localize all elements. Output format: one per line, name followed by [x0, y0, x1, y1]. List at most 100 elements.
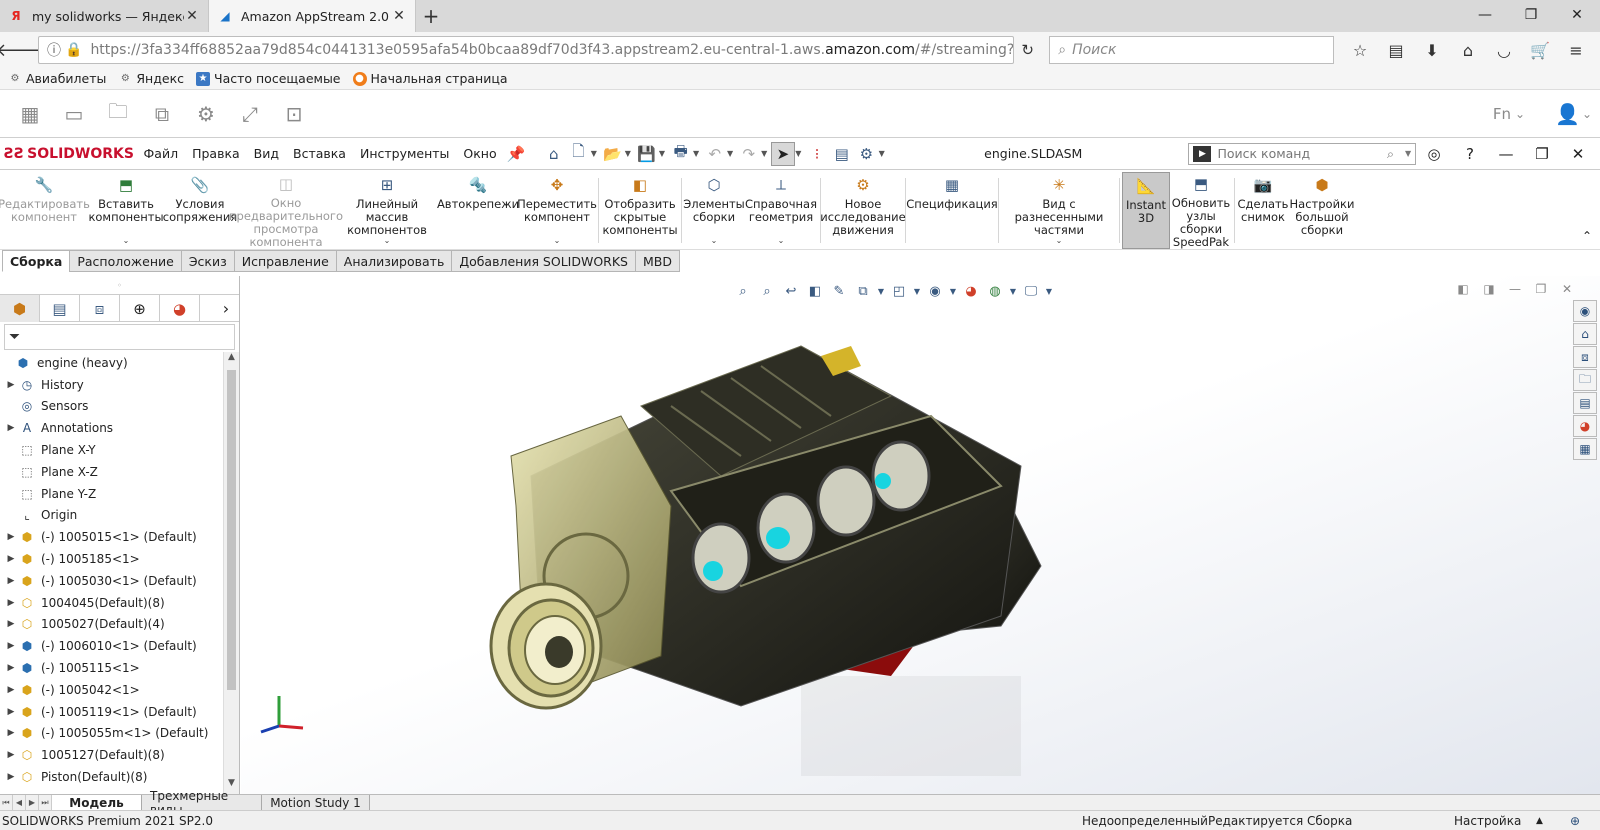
- chevron-down-icon[interactable]: ⌄: [711, 234, 718, 247]
- dimxpert-tab-icon[interactable]: ⊕: [120, 295, 160, 322]
- custom-properties-icon[interactable]: ▦: [1573, 438, 1597, 460]
- tab-motion-study[interactable]: Motion Study 1: [262, 795, 370, 811]
- save-icon[interactable]: 💾: [634, 142, 659, 166]
- redo-icon[interactable]: ↷: [737, 142, 762, 166]
- tree-item[interactable]: ▶ ⬢ (-) 1005115<1>: [0, 657, 224, 679]
- chevron-down-icon[interactable]: ▼: [625, 149, 634, 158]
- menu-tools[interactable]: Инструменты: [353, 146, 456, 161]
- smart-fasteners-button[interactable]: 🔩 Автокрепежи: [437, 172, 519, 249]
- restore-icon[interactable]: ❐: [1508, 0, 1554, 30]
- traffic-light-icon[interactable]: ⁝: [805, 142, 830, 166]
- chevron-down-icon[interactable]: ⌄: [1515, 107, 1525, 121]
- mate-button[interactable]: 📎 Условия сопряжения: [163, 172, 237, 249]
- tree-item[interactable]: ▶ ⬢ (-) 1005185<1>: [0, 548, 224, 570]
- folder-icon[interactable]: 🗀: [96, 94, 140, 134]
- tree-item[interactable]: ⬚ Plane X-Y: [0, 439, 224, 461]
- tree-item[interactable]: ▶ ⬢ (-) 1005119<1> (Default): [0, 701, 224, 723]
- cart-icon[interactable]: 🛒: [1522, 41, 1558, 60]
- tree-item[interactable]: ▶ ⬢ (-) 1006010<1> (Default): [0, 635, 224, 657]
- tab-evaluate[interactable]: Анализировать: [335, 250, 453, 272]
- menu-insert[interactable]: Вставка: [286, 146, 353, 161]
- large-assembly-button[interactable]: ⬢ Настройки большой сборки: [1289, 172, 1355, 249]
- clipboard-icon[interactable]: ⧉: [140, 94, 184, 134]
- units-settings[interactable]: Настройка: [1454, 814, 1536, 828]
- expand-arrow-icon[interactable]: ▶: [4, 598, 18, 608]
- tree-item[interactable]: ▶ ⬡ 1004045(Default)(8): [0, 592, 224, 614]
- chevron-down-icon[interactable]: ▼: [1405, 149, 1415, 158]
- restore-icon[interactable]: ❐: [1524, 145, 1560, 163]
- chevron-down-icon[interactable]: ⌄: [778, 234, 785, 247]
- configuration-manager-tab-icon[interactable]: ⧈: [80, 295, 120, 322]
- chevron-down-icon[interactable]: ⌄: [123, 234, 130, 247]
- motion-study-button[interactable]: ⚙ Новое исследование движения: [820, 172, 905, 249]
- help-icon[interactable]: ?: [1452, 145, 1488, 163]
- tree-item[interactable]: ▶ ⬢ (-) 1005015<1> (Default): [0, 526, 224, 548]
- file-explorer-icon[interactable]: ⧈: [1573, 346, 1597, 368]
- print-icon[interactable]: 🖶: [668, 142, 693, 166]
- show-hidden-button[interactable]: ◧ Отобразить скрытые компоненты: [601, 172, 679, 249]
- new-document-icon[interactable]: 🗋: [566, 142, 591, 166]
- menu-edit[interactable]: Правка: [185, 146, 247, 161]
- tree-item[interactable]: ⬢ engine (heavy): [0, 352, 224, 374]
- expand-arrow-icon[interactable]: ▶: [4, 685, 18, 695]
- tab-model[interactable]: Модель: [52, 795, 142, 811]
- scroll-up-icon[interactable]: ▲: [224, 352, 239, 368]
- tree-item[interactable]: ▶ ⬢ (-) 1005042<1>: [0, 679, 224, 701]
- tab-addins[interactable]: Добавления SOLIDWORKS: [451, 250, 636, 272]
- menu-view[interactable]: Вид: [247, 146, 286, 161]
- solidworks-resources-icon[interactable]: ◉: [1573, 300, 1597, 322]
- minimize-icon[interactable]: —: [1488, 145, 1524, 163]
- exploded-view-button[interactable]: ✳ Вид с разнесенными частями ⌄: [1001, 172, 1117, 249]
- expand-arrow-icon[interactable]: ▶: [4, 750, 18, 760]
- undo-icon[interactable]: ↶: [702, 142, 727, 166]
- tree-scrollbar[interactable]: ▲ ▼: [223, 352, 239, 794]
- browser-search-input[interactable]: ⌕ Поиск: [1049, 36, 1334, 64]
- browser-tab-appstream[interactable]: ◢ Amazon AppStream 2.0 ✕: [208, 0, 416, 32]
- close-tab-icon[interactable]: ✕: [184, 8, 200, 24]
- back-icon[interactable]: 🡐: [0, 36, 44, 64]
- expand-arrow-icon[interactable]: ▶: [4, 619, 18, 629]
- tree-item[interactable]: ▶ ◷ History: [0, 374, 224, 396]
- fullscreen-icon[interactable]: ⤢: [228, 94, 272, 134]
- design-library-icon[interactable]: ⌂: [1573, 323, 1597, 345]
- bookmark-start-page[interactable]: ● Начальная страница: [352, 71, 508, 86]
- chevron-down-icon[interactable]: ⌄: [384, 234, 391, 247]
- pocket-icon[interactable]: ◡: [1486, 41, 1522, 60]
- tab-layout[interactable]: Расположение: [69, 250, 182, 272]
- tab-assembly[interactable]: Сборка: [2, 250, 71, 272]
- tree-item[interactable]: ▶ ⬢ (-) 1005030<1> (Default): [0, 570, 224, 592]
- tree-item[interactable]: ⌞ Origin: [0, 505, 224, 527]
- move-component-button[interactable]: ✥ Переместить компонент ⌄: [517, 172, 597, 249]
- bookmark-aviabilety[interactable]: ⚙ Авиабилеты: [8, 71, 107, 86]
- tree-item[interactable]: ▶ ⬡ 1005127(Default)(8): [0, 744, 224, 766]
- search-icon[interactable]: ⌕: [1387, 146, 1405, 162]
- bookmark-frequent[interactable]: ★ Часто посещаемые: [196, 71, 341, 86]
- preview-window-button[interactable]: ◫ Окно предварительного просмотра компоне…: [229, 172, 343, 249]
- engine-model[interactable]: [241, 276, 1600, 794]
- close-tab-icon[interactable]: ✕: [391, 8, 407, 24]
- bookmark-yandex[interactable]: ⚙ Яндекс: [118, 71, 184, 86]
- tree-item[interactable]: ▶ A Annotations: [0, 417, 224, 439]
- library-icon[interactable]: ▤: [1378, 41, 1414, 60]
- reload-icon[interactable]: ↻: [1014, 36, 1041, 64]
- options-gear-icon[interactable]: ⚙: [854, 142, 879, 166]
- menu-file[interactable]: Файл: [137, 146, 186, 161]
- resize-grip-icon[interactable]: ⊕: [1570, 814, 1600, 828]
- file-properties-icon[interactable]: ▤: [829, 142, 854, 166]
- linear-pattern-button[interactable]: ⊞ Линейный массив компонентов ⌄: [336, 172, 438, 249]
- new-tab-icon[interactable]: +: [416, 4, 446, 28]
- chevron-down-icon[interactable]: ▼: [795, 149, 804, 158]
- next-tab-icon[interactable]: ▶: [26, 795, 39, 810]
- expand-arrow-icon[interactable]: ▶: [4, 772, 18, 782]
- speedpak-button[interactable]: ⬒ Обновить узлы сборки SpeedPak: [1170, 172, 1232, 249]
- chevron-down-icon[interactable]: ▼: [693, 149, 702, 158]
- expand-arrow-icon[interactable]: ▶: [4, 576, 18, 586]
- expand-arrow-icon[interactable]: ▶: [4, 707, 18, 717]
- pin-icon[interactable]: 📌: [504, 142, 529, 166]
- display-icon[interactable]: ⊡: [272, 94, 316, 134]
- browser-tab-yandex[interactable]: Я my solidworks — Яндекс: на ✕: [0, 0, 208, 32]
- property-manager-tab-icon[interactable]: ▤: [40, 295, 80, 322]
- feature-manager-tab-icon[interactable]: ⬢: [0, 295, 40, 322]
- chevron-down-icon[interactable]: ⌄: [1056, 234, 1063, 247]
- expand-arrow-icon[interactable]: ▶: [4, 728, 18, 738]
